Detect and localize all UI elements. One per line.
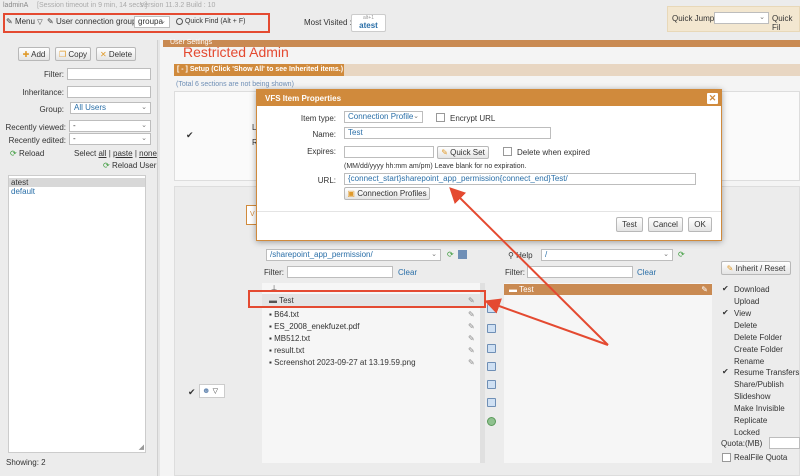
arrow-to-file: [484, 298, 609, 346]
annotation-arrows: [449, 187, 609, 346]
arrow-to-url: [449, 187, 609, 346]
